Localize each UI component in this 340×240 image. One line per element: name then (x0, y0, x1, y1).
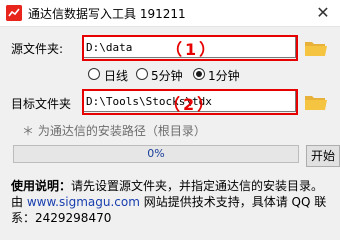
target-hint: ＊ 为通达信的安装路径（根目录） (22, 124, 206, 138)
interval-radio-group: 日线 5分钟 1分钟 (88, 66, 248, 84)
website-link[interactable]: www.sigmagu.com (27, 195, 140, 209)
window-title: 通达信数据写入工具 191211 (28, 7, 186, 21)
annotation-1: （1） (166, 40, 219, 59)
source-folder-label: 源文件夹: (11, 42, 64, 56)
close-icon[interactable]: ✕ (306, 0, 340, 26)
annotation-2: （2） (164, 95, 217, 114)
radio-5min[interactable] (136, 68, 148, 80)
progress-text: 0% (147, 147, 165, 160)
radio-daily[interactable] (88, 68, 100, 80)
folder-icon[interactable] (304, 91, 328, 113)
radio-1min-label: 1分钟 (208, 69, 240, 83)
target-folder-label: 目标文件夹 (11, 97, 72, 111)
usage-heading: 使用说明： (11, 179, 72, 193)
app-icon (6, 5, 22, 21)
start-button[interactable]: 开始 (306, 145, 340, 167)
title-bar: 通达信数据写入工具 191211 ✕ (0, 0, 340, 27)
folder-icon[interactable] (304, 37, 328, 59)
radio-daily-label: 日线 (104, 69, 129, 83)
progress-bar: 0% (13, 145, 299, 163)
usage-text: 使用说明：请先设置源文件夹，并指定通达信的安装目录。由 www.sigmagu.… (11, 178, 333, 226)
radio-1min[interactable] (193, 68, 205, 80)
radio-5min-label: 5分钟 (151, 69, 183, 83)
